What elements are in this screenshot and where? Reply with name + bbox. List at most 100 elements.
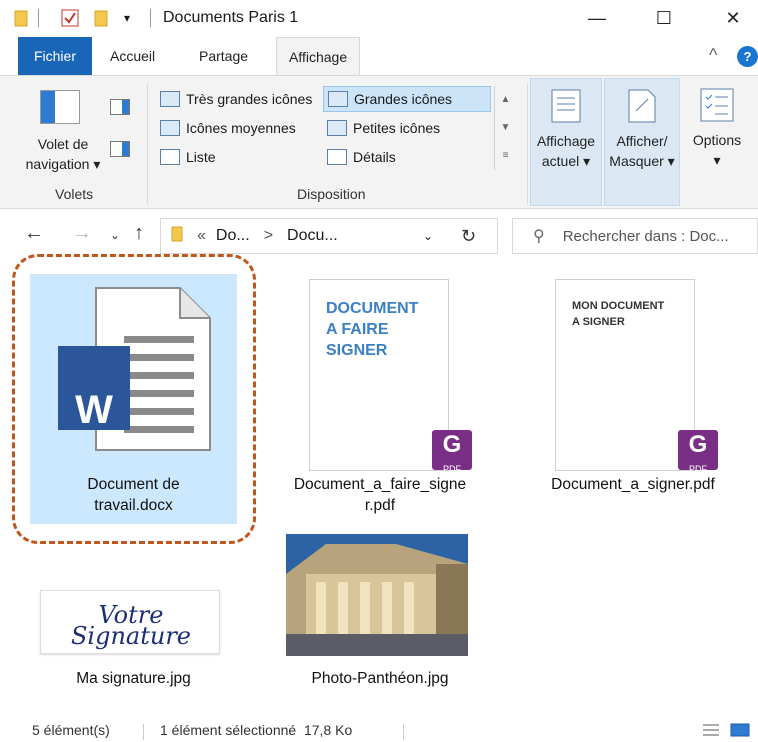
view-large-icons[interactable]: Grandes icônes xyxy=(323,86,491,112)
divider xyxy=(147,84,148,204)
ribbon-tabs: Fichier Accueil Partage Affichage ^ ? xyxy=(0,37,758,76)
refresh-icon[interactable]: ↻ xyxy=(461,226,476,247)
collapse-ribbon-icon[interactable]: ^ xyxy=(709,45,717,66)
pdf-badge: PDF xyxy=(689,464,707,474)
thumb-text: DOCUMENT xyxy=(326,300,419,317)
details-view-icon[interactable] xyxy=(702,722,720,741)
search-icon: ⚲ xyxy=(533,228,545,245)
quick-access-dropdown-icon[interactable]: ▾ xyxy=(124,8,130,28)
file-item-photo-pantheon[interactable]: Photo-Panthéon.jpg xyxy=(280,532,480,698)
details-icon xyxy=(327,149,347,165)
address-bar[interactable]: « Do... > Docu... ⌄ ↻ xyxy=(160,218,498,254)
current-view-label: Affichage xyxy=(536,133,596,149)
current-view-icon xyxy=(551,89,581,123)
view-option-label: Grandes icônes xyxy=(354,91,453,107)
extra-large-icons-icon xyxy=(160,91,180,107)
status-bar: 5 élément(s) 1 élément sélectionné 17,8 … xyxy=(0,722,758,742)
file-name: Document_a_signer.pdf xyxy=(551,476,715,493)
medium-icons-icon xyxy=(160,120,180,136)
list-icon xyxy=(160,149,180,165)
folder-icon xyxy=(171,226,183,247)
back-arrow-icon[interactable]: ← xyxy=(24,222,44,245)
breadcrumb-item[interactable]: Docu... xyxy=(287,227,338,245)
selection-info: 1 élément sélectionné 17,8 Ko xyxy=(160,722,353,738)
file-name: Ma signature.jpg xyxy=(76,670,191,687)
group-label-volets: Volets xyxy=(55,186,94,202)
navigation-pane-icon xyxy=(40,90,80,129)
file-item-document-a-signer[interactable]: MON DOCUMENT A SIGNER G PDF Document_a_si… xyxy=(528,274,738,524)
large-icons-icon xyxy=(328,91,348,107)
properties-icon[interactable] xyxy=(60,8,80,28)
minimize-button[interactable]: — xyxy=(574,0,620,37)
view-option-label: Détails xyxy=(353,149,396,165)
view-extra-large-icons[interactable]: Très grandes icônes xyxy=(156,86,316,112)
layout-gallery-scroll[interactable]: ▲ ▼ ≡ xyxy=(494,86,516,170)
help-icon[interactable]: ? xyxy=(737,46,758,67)
pdf-thumbnail: MON DOCUMENT A SIGNER xyxy=(555,279,695,471)
group-label-disposition: Disposition xyxy=(297,186,366,202)
tab-fichier[interactable]: Fichier xyxy=(18,37,92,75)
show-hide-label: Masquer xyxy=(609,153,664,169)
photo-thumbnail xyxy=(286,534,468,656)
nav-pane-label: Volet de xyxy=(37,136,89,152)
view-option-label: Icônes moyennes xyxy=(186,120,296,136)
tab-affichage[interactable]: Affichage xyxy=(276,37,361,76)
details-pane-icon[interactable] xyxy=(110,141,130,162)
folder-icon xyxy=(14,8,28,28)
divider xyxy=(143,724,144,740)
file-item-document-a-faire-signer[interactable]: DOCUMENT A FAIRE SIGNER G PDF Document_a_… xyxy=(280,274,480,524)
view-small-icons[interactable]: Petites icônes xyxy=(323,115,444,141)
current-view-button[interactable]: Affichage actuel ▾ xyxy=(530,78,602,206)
view-option-label: Petites icônes xyxy=(353,120,441,136)
foxit-pdf-icon: G PDF xyxy=(678,430,718,474)
tab-partage[interactable]: Partage xyxy=(187,37,260,75)
thumb-text: A FAIRE xyxy=(326,321,389,338)
new-folder-icon[interactable] xyxy=(94,8,108,28)
small-icons-icon xyxy=(327,120,347,136)
file-item-ma-signature[interactable]: Votre Signature Ma signature.jpg xyxy=(30,578,237,698)
show-hide-label: Afficher/ xyxy=(616,133,668,149)
divider xyxy=(403,724,404,740)
signature-thumbnail: Votre Signature xyxy=(40,590,220,654)
divider xyxy=(150,8,151,28)
breadcrumb-overflow[interactable]: « xyxy=(197,227,206,245)
view-list[interactable]: Liste xyxy=(156,144,220,170)
current-view-label: actuel xyxy=(541,153,580,169)
file-name: r.pdf xyxy=(364,497,396,514)
show-hide-button[interactable]: Afficher/ Masquer ▾ xyxy=(604,78,680,206)
view-details[interactable]: Détails xyxy=(323,144,400,170)
navigation-row: ← → ⌄ ↑ « Do... > Docu... ⌄ ↻ ⚲ Recherch… xyxy=(0,212,758,260)
breadcrumb-separator[interactable]: > xyxy=(264,227,273,245)
thumb-text: MON DOCUMENT xyxy=(572,300,665,312)
highlight-ring xyxy=(12,254,256,544)
search-input[interactable]: Rechercher dans : Doc... xyxy=(563,228,729,245)
view-option-label: Liste xyxy=(186,149,216,165)
show-hide-icon xyxy=(628,89,656,123)
close-button[interactable]: ✕ xyxy=(710,0,756,37)
preview-pane-icon[interactable] xyxy=(110,99,130,120)
options-label: Options xyxy=(692,132,742,148)
item-count: 5 élément(s) xyxy=(32,722,110,738)
divider xyxy=(38,8,39,28)
options-icon xyxy=(700,88,734,122)
search-box[interactable]: ⚲ Rechercher dans : Doc... xyxy=(512,218,758,254)
file-name: Photo-Panthéon.jpg xyxy=(311,670,449,687)
navigation-pane-button[interactable]: Volet de navigation ▾ xyxy=(18,134,108,174)
ribbon: Volet de navigation ▾ Volets Très grande… xyxy=(0,75,758,209)
forward-arrow-icon[interactable]: → xyxy=(72,222,92,245)
address-dropdown-icon[interactable]: ⌄ xyxy=(423,229,433,243)
view-medium-icons[interactable]: Icônes moyennes xyxy=(156,115,300,141)
thumb-text: SIGNER xyxy=(326,342,388,359)
title-bar: ▾ Documents Paris 1 — ☐ ✕ xyxy=(0,0,758,37)
maximize-button[interactable]: ☐ xyxy=(641,0,687,37)
pdf-thumbnail: DOCUMENT A FAIRE SIGNER xyxy=(309,279,449,471)
thumb-text: A SIGNER xyxy=(572,316,625,328)
tab-accueil[interactable]: Accueil xyxy=(98,37,167,75)
recent-locations-chevron-icon[interactable]: ⌄ xyxy=(110,228,120,242)
divider xyxy=(527,84,528,204)
up-arrow-icon[interactable]: ↑ xyxy=(134,222,144,245)
large-icons-view-icon[interactable] xyxy=(730,722,750,741)
foxit-pdf-icon: G PDF xyxy=(432,430,472,474)
options-button[interactable]: Options ▾ xyxy=(684,78,750,206)
breadcrumb-item[interactable]: Do... xyxy=(216,227,250,245)
